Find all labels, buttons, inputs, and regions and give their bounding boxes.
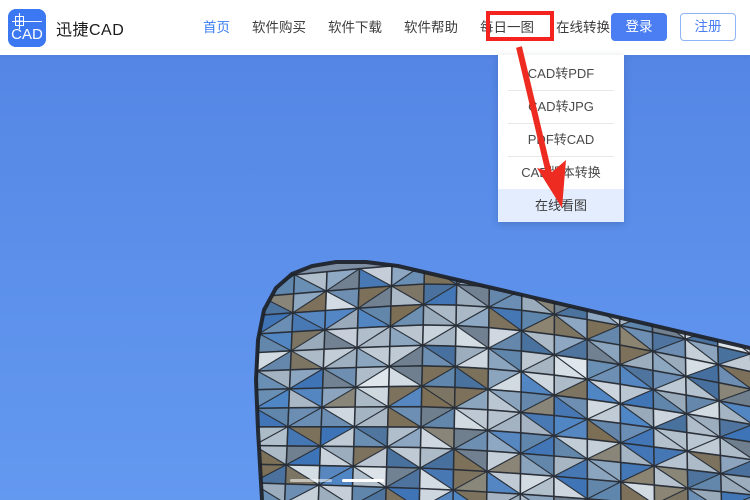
hero-banner: [0, 0, 750, 500]
brand-name: 迅捷CAD: [56, 22, 125, 39]
nav-item-purchase[interactable]: 软件购买: [241, 0, 317, 55]
dropdown-item-online-viewer[interactable]: 在线看图: [498, 189, 624, 222]
brand[interactable]: CAD 迅捷CAD: [8, 9, 124, 47]
auth-actions: 登录 注册: [611, 13, 736, 41]
dropdown-item-cad-to-pdf[interactable]: CAD转PDF: [498, 57, 624, 90]
dropdown-item-cad-version-convert[interactable]: CAD版本转换: [498, 156, 624, 189]
site-header: CAD 迅捷CAD 首页 软件购买 软件下载 软件帮助 每日一图 在线转换 登录…: [0, 0, 750, 55]
dropdown-item-cad-to-jpg[interactable]: CAD转JPG: [498, 90, 624, 123]
svg-text:CAD: CAD: [11, 26, 43, 43]
main-nav: 首页 软件购买 软件下载 软件帮助 每日一图 在线转换: [192, 0, 621, 55]
online-convert-dropdown[interactable]: CAD转PDF CAD转JPG PDF转CAD CAD版本转换 在线看图: [498, 55, 624, 222]
cad-logo-graphic: CAD: [8, 9, 46, 47]
register-button[interactable]: 注册: [680, 13, 736, 41]
page-root: CAD 迅捷CAD 首页 软件购买 软件下载 软件帮助 每日一图 在线转换 登录…: [0, 0, 750, 500]
nav-item-home[interactable]: 首页: [192, 0, 241, 55]
hero-building-image: [0, 0, 750, 500]
carousel-dot-2[interactable]: [342, 479, 384, 482]
cad-logo-icon: CAD: [8, 9, 46, 47]
nav-item-download[interactable]: 软件下载: [317, 0, 393, 55]
nav-item-help[interactable]: 软件帮助: [393, 0, 469, 55]
nav-item-daily-image[interactable]: 每日一图: [469, 0, 545, 55]
carousel-dot-1[interactable]: [290, 479, 332, 482]
carousel-indicators[interactable]: [290, 479, 384, 482]
dropdown-item-pdf-to-cad[interactable]: PDF转CAD: [498, 123, 624, 156]
nav-item-online-convert[interactable]: 在线转换: [545, 0, 621, 55]
login-button[interactable]: 登录: [611, 13, 667, 41]
